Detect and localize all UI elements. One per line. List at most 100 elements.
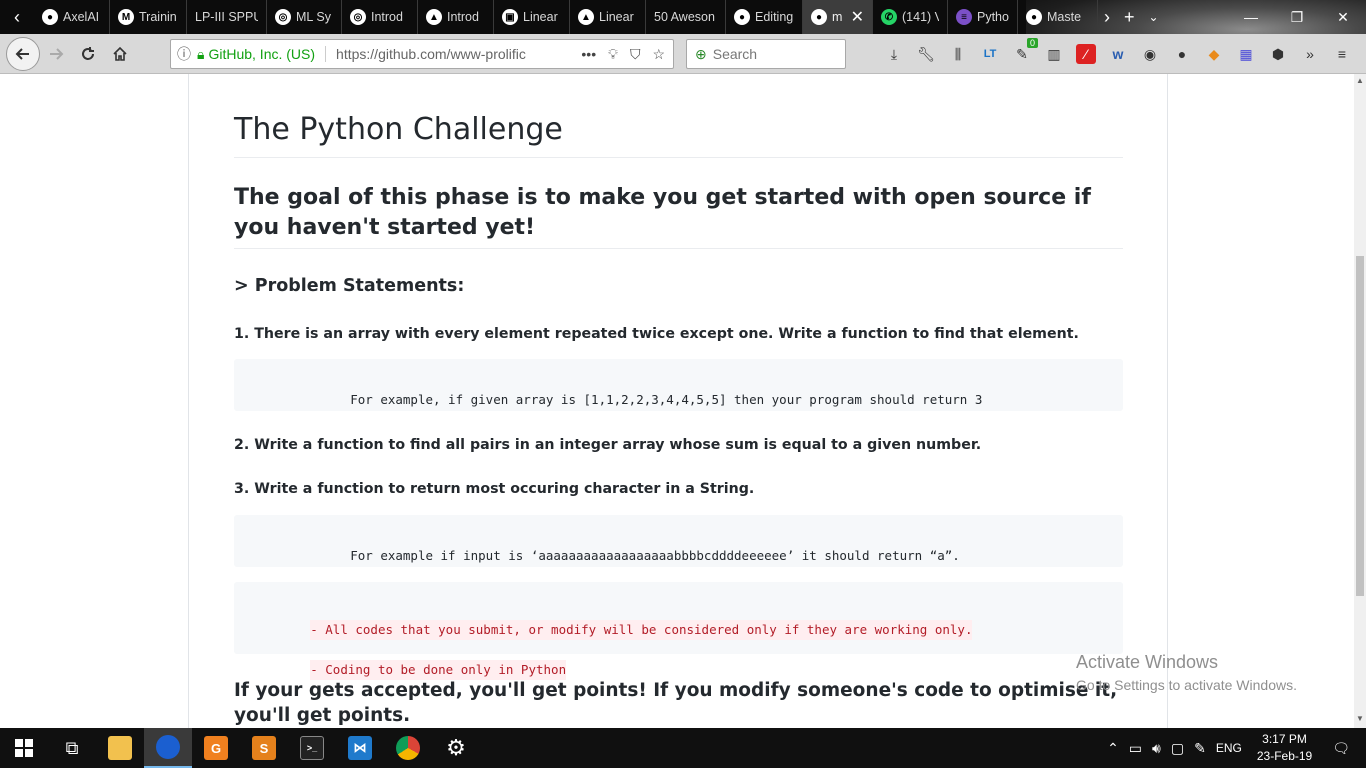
lightbulb-icon[interactable]: 💡︎ — [608, 46, 618, 63]
taskbar-sublime[interactable]: S — [240, 728, 288, 768]
scroll-down-icon[interactable]: ▼ — [1354, 714, 1366, 726]
arrow-left-icon — [15, 47, 29, 60]
page-actions-menu-icon[interactable]: ••• — [581, 46, 596, 63]
tab-2[interactable]: LP-III SPPU — [187, 0, 267, 34]
language-indicator[interactable]: ENG — [1211, 741, 1247, 755]
tab-10[interactable]: ● ma ✕ — [803, 0, 873, 34]
pocket-icon[interactable]: ⛉ — [630, 46, 641, 63]
medium-icon: M — [118, 9, 134, 25]
page-scrollbar[interactable]: ▲ ▼ — [1354, 74, 1366, 728]
grid-extension-icon[interactable]: ▦ — [1236, 44, 1256, 64]
scrollbar-thumb[interactable] — [1356, 256, 1364, 596]
tab-title: ma — [832, 10, 842, 24]
fox-extension-icon[interactable]: ◆ — [1204, 44, 1224, 64]
dark-circle-icon[interactable]: ● — [1172, 44, 1192, 64]
activate-windows-watermark: Activate Windows Go to Settings to activ… — [1076, 652, 1297, 693]
extension-badge-count: 0 — [1026, 38, 1038, 48]
site-info-icon[interactable]: ⓘ — [171, 44, 197, 64]
close-window-icon[interactable]: ✕ — [1320, 0, 1366, 34]
tab-9[interactable]: ● Editing — [726, 0, 803, 34]
extension-badge-icon[interactable]: ✎ 0 — [1012, 38, 1038, 64]
close-tab-icon[interactable]: ✕ — [851, 7, 864, 27]
warning-icon: ▲ — [578, 9, 594, 25]
chrome-icon — [396, 736, 420, 760]
network-icon[interactable]: ▢ — [1166, 740, 1189, 757]
tab-12[interactable]: ≡ Pytho — [948, 0, 1018, 34]
tab-list-dropdown-icon[interactable]: ⌄ — [1149, 10, 1159, 24]
pen-icon[interactable]: ✎ — [1189, 740, 1211, 757]
tab-6[interactable]: ▣ Linear — [494, 0, 570, 34]
page-title: The Python Challenge — [234, 110, 1123, 158]
vscode-icon: ⋈ — [348, 736, 372, 760]
tab-title: Linear — [523, 10, 558, 24]
scroll-up-icon[interactable]: ▲ — [1354, 76, 1366, 88]
minimize-icon[interactable]: — — [1228, 0, 1274, 34]
battery-icon[interactable]: ▭ — [1124, 740, 1147, 757]
tray-overflow-icon[interactable]: ⌃ — [1102, 740, 1124, 757]
home-button[interactable] — [104, 38, 136, 70]
start-button[interactable] — [0, 728, 48, 768]
overflow-chevron-icon[interactable]: » — [1300, 44, 1320, 64]
url-text[interactable]: https://github.com/www-prolific — [326, 46, 546, 62]
reader-view-icon[interactable]: ▥ — [1044, 44, 1064, 64]
back-button[interactable] — [6, 36, 40, 71]
languagetool-icon[interactable]: LT — [980, 44, 1000, 64]
whatsapp-icon: ✆ — [881, 9, 897, 25]
reload-button[interactable] — [72, 38, 104, 70]
taskbar-vscode[interactable]: ⋈ — [336, 728, 384, 768]
tab-title: Editing — [755, 10, 794, 24]
search-input[interactable]: Search — [713, 46, 757, 62]
clock[interactable]: 3:17 PM 23-Feb-19 — [1247, 731, 1322, 765]
search-engine-icon[interactable]: ⊕ — [695, 46, 707, 63]
list-icon: ≡ — [956, 9, 972, 25]
restore-icon[interactable]: ❐ — [1274, 0, 1320, 34]
taskbar-firefox[interactable] — [144, 728, 192, 768]
taskbar-chrome[interactable] — [384, 728, 432, 768]
word-extension-icon[interactable]: w — [1108, 44, 1128, 64]
taskbar-terminal[interactable]: >_ — [288, 728, 336, 768]
arrow-right-icon — [50, 47, 64, 60]
puzzle-extension-icon[interactable]: ⬢ — [1268, 44, 1288, 64]
bookmark-star-icon[interactable]: ☆ — [652, 46, 665, 63]
github-icon: ● — [734, 9, 750, 25]
search-bar[interactable]: ⊕ Search — [686, 39, 846, 69]
task-view-button[interactable]: ⧉ — [48, 728, 96, 768]
problem-1: 1. There is an array with every element … — [234, 326, 1079, 342]
chrome-app-icon: ◎ — [350, 9, 366, 25]
taskbar-file-explorer[interactable] — [96, 728, 144, 768]
address-bar[interactable]: ⓘ 🔒︎ GitHub, Inc. (US) https://github.co… — [170, 39, 674, 69]
volume-icon[interactable]: 🔊︎ — [1147, 740, 1166, 757]
tab-3[interactable]: ◎ ML Sy — [267, 0, 342, 34]
red-extension-icon[interactable]: ⁄ — [1076, 44, 1096, 64]
tab-0[interactable]: ● AxelAI — [34, 0, 110, 34]
tab-4[interactable]: ◎ Introd — [342, 0, 418, 34]
tab-8[interactable]: 50 Aweson — [646, 0, 726, 34]
tab-13[interactable]: ● Maste — [1018, 0, 1098, 34]
tab-5[interactable]: ▲ Introd — [418, 0, 494, 34]
forward-button[interactable] — [40, 38, 72, 70]
scroll-tabs-right-icon[interactable]: › — [1104, 7, 1110, 28]
rule-working-code: - All codes that you submit, or modify w… — [310, 620, 973, 640]
new-tab-icon[interactable]: + — [1124, 7, 1135, 28]
taskbar-app-orange[interactable]: G — [192, 728, 240, 768]
action-center-icon[interactable]: 🗨︎ — [1322, 740, 1366, 757]
problem-statements-heading: > Problem Statements: — [234, 276, 465, 296]
tab-11[interactable]: ✆ (141) V — [873, 0, 948, 34]
tab-actions: › + ⌄ — [1104, 0, 1159, 34]
eye-icon[interactable]: ◉ — [1140, 44, 1160, 64]
tab-7[interactable]: ▲ Linear — [570, 0, 646, 34]
hamburger-menu-icon[interactable]: ≡ — [1332, 44, 1352, 64]
scroll-tabs-left-icon[interactable]: ‹ — [2, 0, 32, 34]
download-icon[interactable]: ⤓ — [884, 44, 904, 64]
wrench-icon[interactable]: 🔧︎ — [916, 44, 936, 64]
taskbar-settings[interactable]: ⚙ — [432, 728, 480, 768]
windows-taskbar: ⧉ G S >_ ⋈ ⚙ ⌃ ▭ 🔊︎ ▢ ✎ ENG 3:17 PM 23-F… — [0, 728, 1366, 768]
tab-1[interactable]: M Trainin — [110, 0, 187, 34]
problem-3: 3. Write a function to return most occur… — [234, 481, 755, 497]
site-identity: GitHub, Inc. (US) — [208, 46, 327, 62]
chrome-app-icon: ◎ — [275, 9, 291, 25]
library-icon[interactable]: ⫼ — [948, 44, 968, 64]
tab-title: Introd — [447, 10, 479, 24]
github-icon: ● — [1026, 9, 1042, 25]
github-icon: ● — [811, 9, 827, 25]
